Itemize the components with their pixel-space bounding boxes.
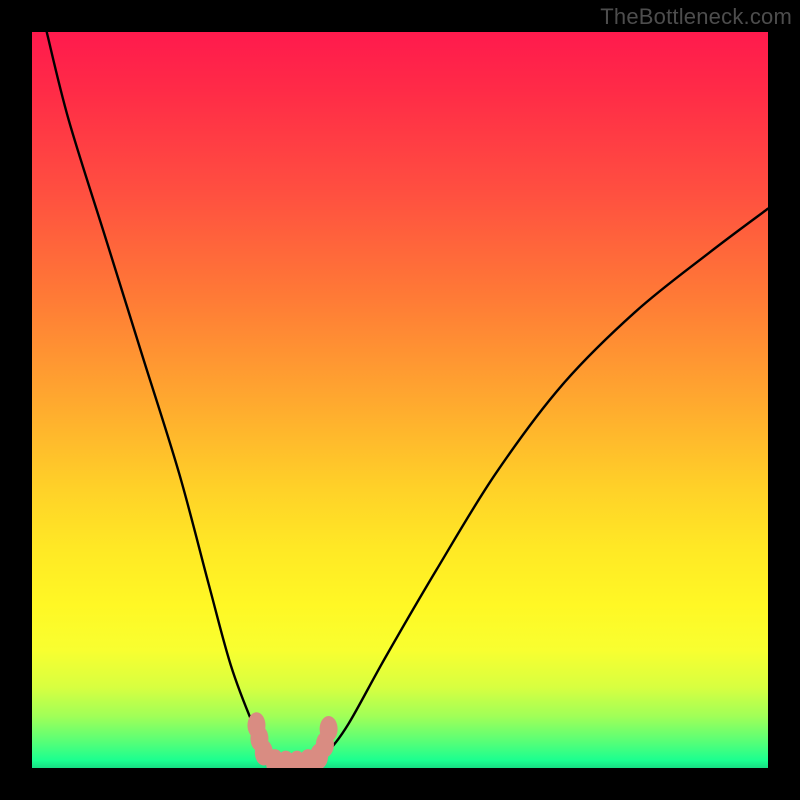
highlight-marker	[320, 716, 338, 742]
watermark-text: TheBottleneck.com	[600, 4, 792, 30]
plot-area	[32, 32, 768, 768]
highlight-markers	[247, 712, 337, 768]
chart-frame: TheBottleneck.com	[0, 0, 800, 800]
curve-layer	[32, 32, 768, 768]
bottleneck-curve	[47, 32, 768, 765]
